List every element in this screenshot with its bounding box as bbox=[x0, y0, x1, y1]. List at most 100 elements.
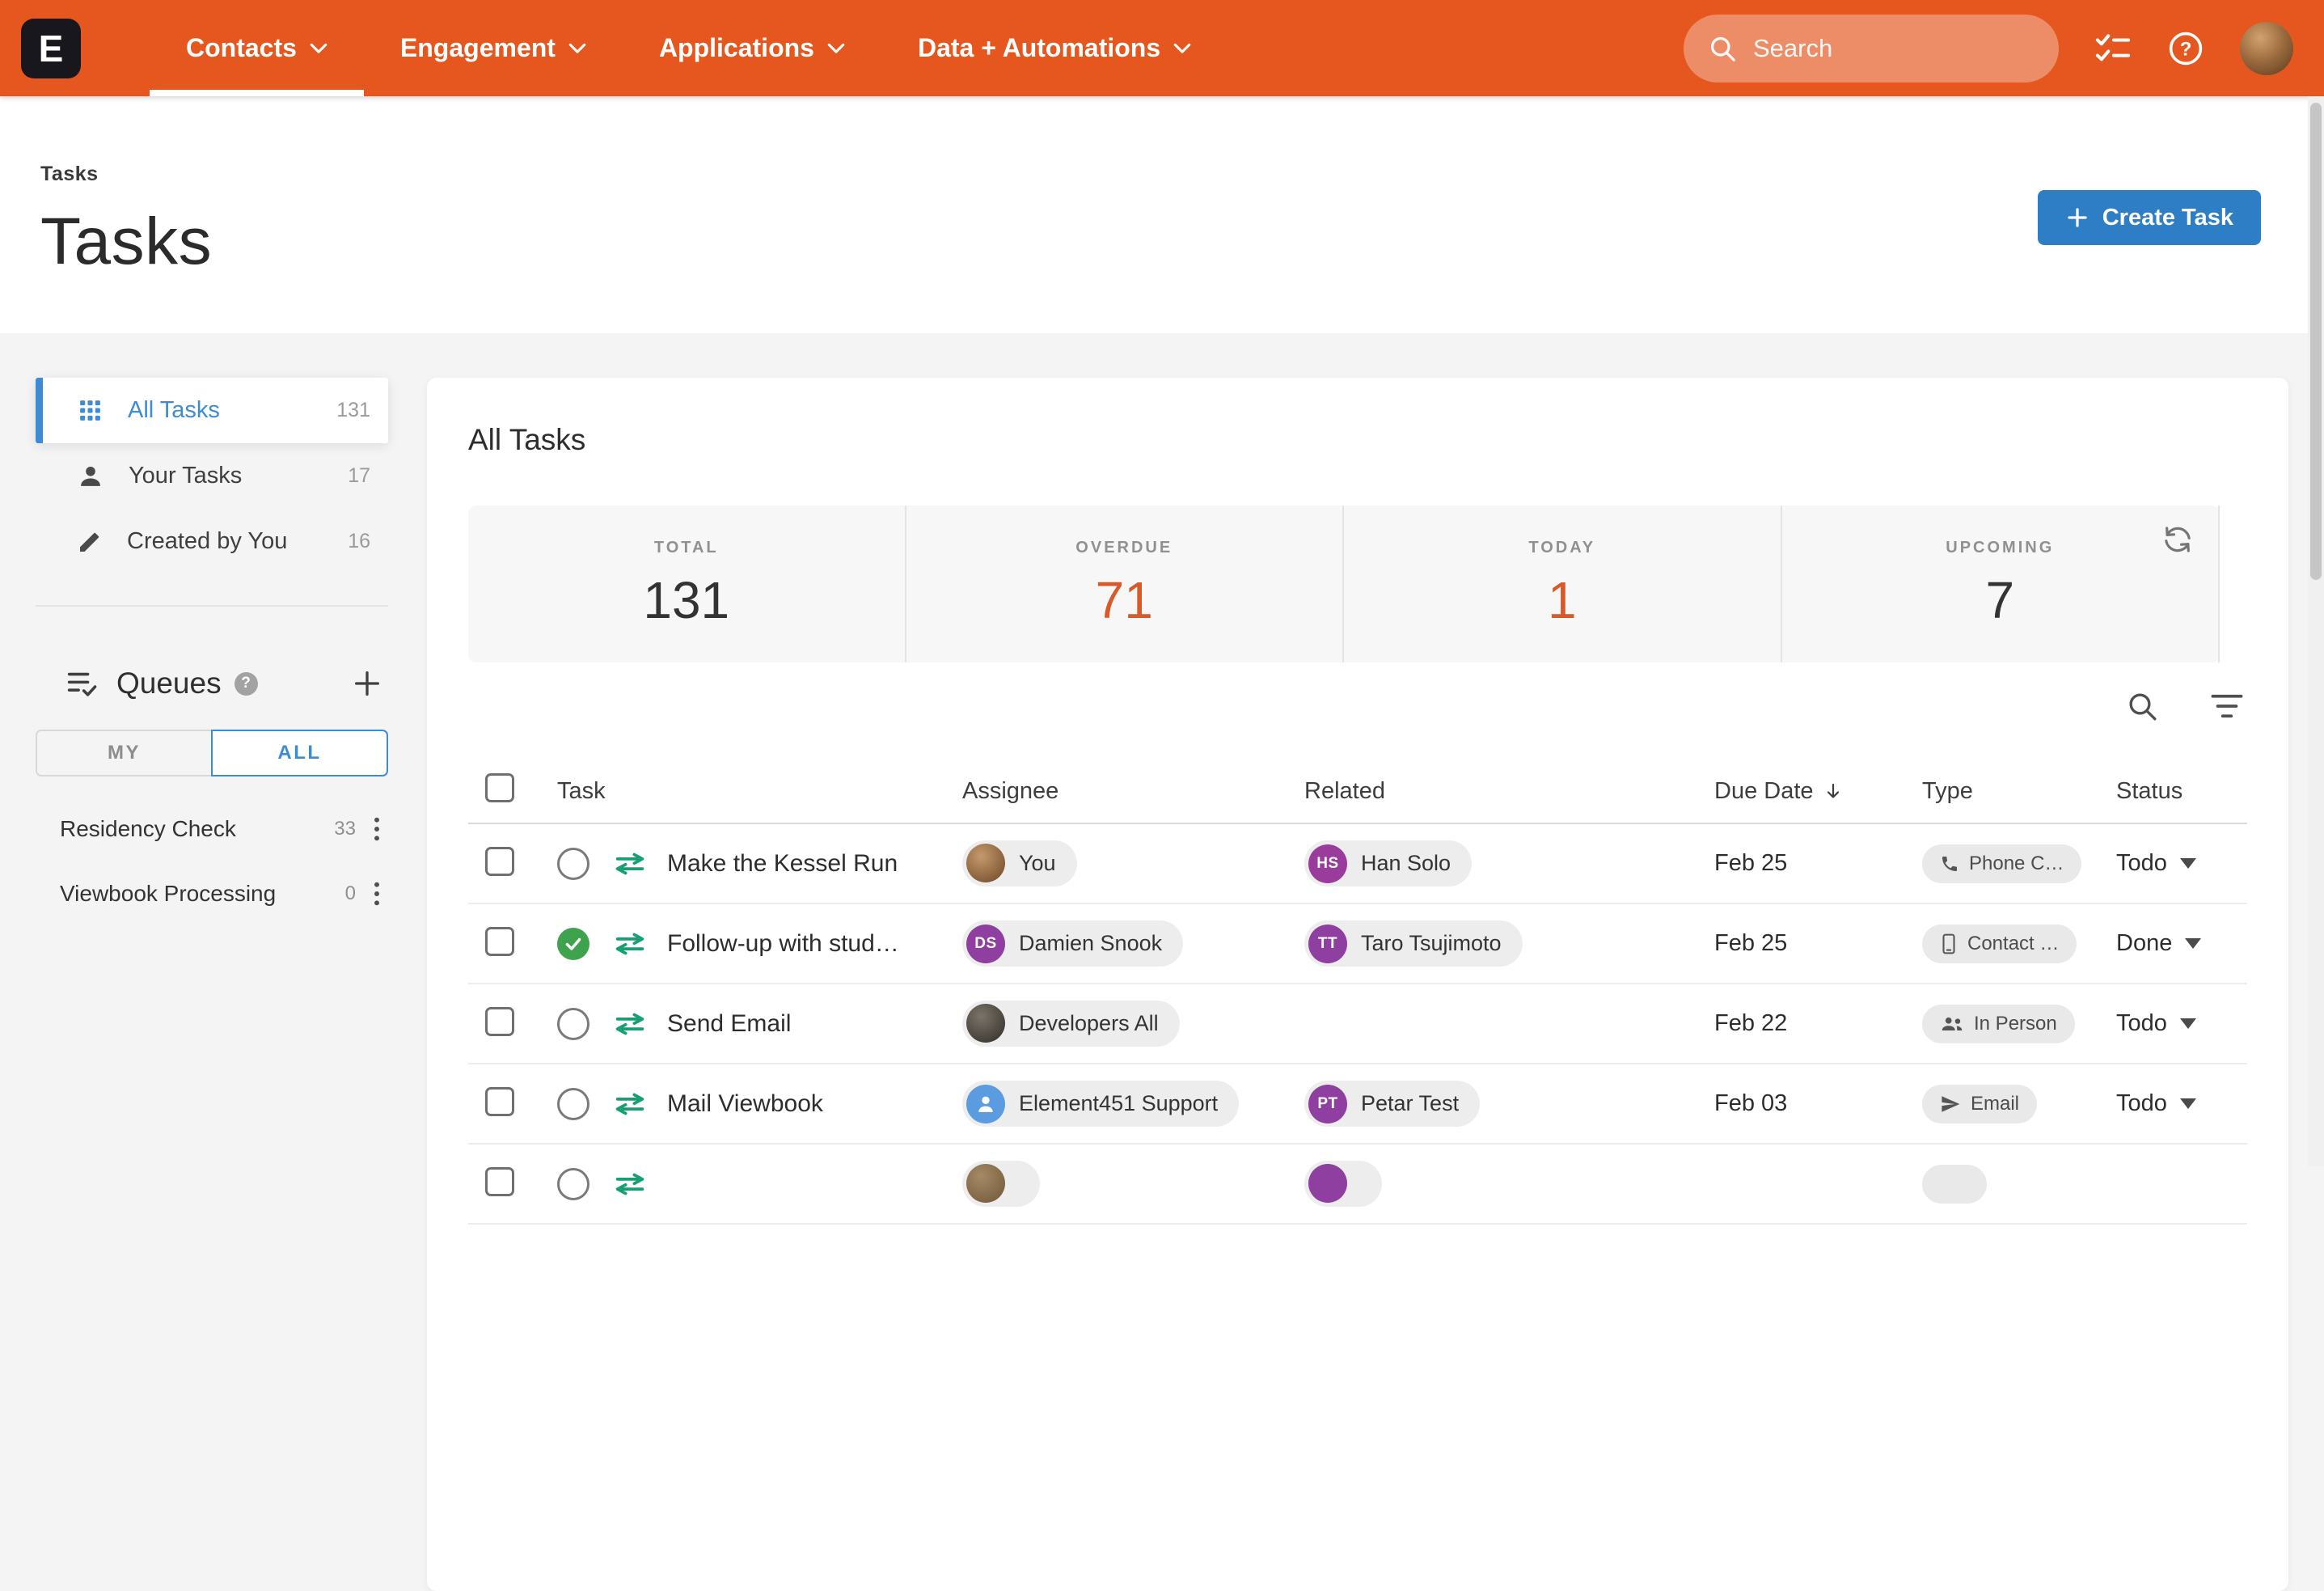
tasks-panel: All Tasks TOTAL131OVERDUE71TODAY1UPCOMIN… bbox=[427, 378, 2288, 1591]
contact-icon bbox=[1940, 933, 1958, 954]
transfer-arrows-icon bbox=[614, 932, 646, 956]
column-label: Assignee bbox=[962, 778, 1058, 805]
task-incomplete-circle[interactable] bbox=[557, 1008, 589, 1040]
related-chip[interactable]: TT Taro Tsujimoto bbox=[1304, 920, 1523, 967]
task-name[interactable]: Mail Viewbook bbox=[667, 1090, 823, 1118]
task-incomplete-circle[interactable] bbox=[557, 1088, 589, 1120]
table-search-button[interactable] bbox=[2126, 690, 2158, 722]
primary-nav: Contacts Engagement Applications Data + Aut… bbox=[150, 0, 1227, 96]
assignee-avatar: DS bbox=[966, 925, 1005, 963]
sidebar-item-count: 17 bbox=[348, 464, 370, 488]
queue-row-viewbook-processing[interactable]: Viewbook Processing0 bbox=[36, 861, 388, 926]
select-all-checkbox[interactable] bbox=[485, 773, 514, 802]
topbar-right: ? bbox=[1684, 15, 2293, 83]
filter-icon bbox=[2210, 692, 2244, 721]
queues-tab-all[interactable]: ALL bbox=[211, 730, 388, 776]
sidebar-item-label: Created by You bbox=[127, 528, 287, 555]
sidebar-item-count: 131 bbox=[336, 399, 370, 422]
stat-value: 1 bbox=[1548, 570, 1577, 630]
status-dropdown[interactable]: Todo bbox=[2116, 1010, 2247, 1037]
sidebar-item-created-by-you[interactable]: Created by You16 bbox=[36, 509, 388, 574]
task-complete-icon[interactable] bbox=[557, 928, 589, 960]
search-input[interactable] bbox=[1751, 33, 2047, 64]
assignee-avatar bbox=[966, 1085, 1005, 1123]
task-name[interactable]: Make the Kessel Run bbox=[667, 850, 898, 878]
nav-item-engagement[interactable]: Engagement bbox=[364, 0, 623, 96]
task-incomplete-circle[interactable] bbox=[557, 1168, 589, 1200]
stat-label: OVERDUE bbox=[1075, 539, 1173, 557]
assignee-chip[interactable]: Element451 Support bbox=[962, 1081, 1239, 1127]
type-label: Contact … bbox=[1967, 933, 2059, 955]
nav-item-label: Applications bbox=[659, 33, 814, 63]
queue-name: Residency Check bbox=[60, 816, 236, 842]
column-header-assignee[interactable]: Assignee bbox=[962, 778, 1304, 805]
status-dropdown[interactable]: Todo bbox=[2116, 850, 2247, 877]
create-task-button[interactable]: Create Task bbox=[2038, 190, 2261, 245]
scrollbar-thumb[interactable] bbox=[2310, 103, 2322, 580]
help-button[interactable]: ? bbox=[2167, 30, 2204, 67]
table-filter-button[interactable] bbox=[2210, 692, 2244, 721]
element451-logo[interactable]: E bbox=[21, 19, 81, 78]
refresh-button[interactable] bbox=[2160, 523, 2195, 556]
nav-item-data-automations[interactable]: Data + Automations bbox=[881, 0, 1227, 96]
related-avatar: PT bbox=[1308, 1085, 1347, 1123]
table-row: Follow-up with stud… DSDamien Snook TT Taro… bbox=[468, 904, 2247, 984]
column-label: Task bbox=[557, 778, 606, 805]
related-name: Taro Tsujimoto bbox=[1361, 931, 1502, 956]
related-chip[interactable]: PTPetar Test bbox=[1304, 1081, 1480, 1127]
queues-icon bbox=[66, 669, 99, 698]
nav-item-applications[interactable]: Applications bbox=[623, 0, 881, 96]
row-checkbox[interactable] bbox=[485, 847, 514, 876]
assignee-chip[interactable]: Developers All bbox=[962, 1001, 1180, 1047]
row-checkbox[interactable] bbox=[485, 1167, 514, 1196]
row-checkbox[interactable] bbox=[485, 1007, 514, 1036]
assignee-chip[interactable]: DSDamien Snook bbox=[962, 920, 1183, 967]
add-queue-button[interactable] bbox=[351, 667, 383, 700]
related-chip[interactable]: HSHan Solo bbox=[1304, 840, 1472, 886]
column-header-type[interactable]: Type bbox=[1922, 778, 2116, 805]
column-header-due-date[interactable]: Due Date bbox=[1714, 778, 1922, 805]
queue-menu-icon[interactable] bbox=[372, 815, 382, 843]
related-chip[interactable] bbox=[1304, 1161, 1382, 1207]
stat-value: 71 bbox=[1096, 570, 1153, 630]
sidebar-item-label: Your Tasks bbox=[129, 463, 242, 489]
nav-item-contacts[interactable]: Contacts bbox=[150, 0, 364, 96]
sidebar-item-your-tasks[interactable]: Your Tasks 17 bbox=[36, 443, 388, 509]
page-title: Tasks bbox=[40, 204, 2324, 280]
queues-help-icon[interactable]: ? bbox=[235, 672, 258, 696]
email-icon bbox=[1940, 1094, 1961, 1115]
type-label: In Person bbox=[1974, 1013, 2057, 1035]
status-label: Todo bbox=[2116, 850, 2167, 877]
sidebar-item-all-tasks[interactable]: All Tasks131 bbox=[36, 378, 388, 443]
queues-tab-my[interactable]: MY bbox=[36, 730, 211, 776]
queue-menu-icon[interactable] bbox=[372, 880, 382, 908]
queue-row-residency-check[interactable]: Residency Check33 bbox=[36, 797, 388, 861]
assignee-chip[interactable] bbox=[962, 1161, 1040, 1207]
nav-item-label: Contacts bbox=[186, 33, 297, 63]
global-search[interactable] bbox=[1684, 15, 2059, 83]
status-label: Todo bbox=[2116, 1010, 2167, 1037]
tasks-list-icon bbox=[2094, 32, 2132, 66]
task-name[interactable]: Follow-up with stud… bbox=[667, 930, 899, 958]
row-checkbox[interactable] bbox=[485, 927, 514, 956]
scrollbar[interactable] bbox=[2308, 96, 2324, 1166]
transfer-arrows-icon bbox=[614, 1012, 646, 1036]
related-avatar: TT bbox=[1308, 925, 1347, 963]
table-header: Task Assignee RelatedDue DateTypeStatus bbox=[468, 760, 2247, 824]
queue-name: Viewbook Processing bbox=[60, 881, 276, 907]
status-dropdown[interactable]: Todo bbox=[2116, 1090, 2247, 1117]
transfer-arrows-icon bbox=[614, 1172, 646, 1196]
column-header-status[interactable]: Status bbox=[2116, 778, 2247, 805]
breadcrumb[interactable]: Tasks bbox=[40, 96, 99, 186]
tasks-list-button[interactable] bbox=[2094, 32, 2132, 66]
assignee-chip[interactable]: You bbox=[962, 840, 1077, 886]
task-name[interactable]: Send Email bbox=[667, 1010, 791, 1038]
task-incomplete-circle[interactable] bbox=[557, 848, 589, 880]
person-icon bbox=[77, 463, 104, 490]
column-header-related[interactable]: Related bbox=[1304, 778, 1714, 805]
status-label: Todo bbox=[2116, 1090, 2167, 1117]
status-dropdown[interactable]: Done bbox=[2116, 930, 2247, 957]
user-avatar[interactable] bbox=[2240, 22, 2293, 75]
column-header-task[interactable]: Task bbox=[557, 778, 962, 805]
row-checkbox[interactable] bbox=[485, 1087, 514, 1116]
